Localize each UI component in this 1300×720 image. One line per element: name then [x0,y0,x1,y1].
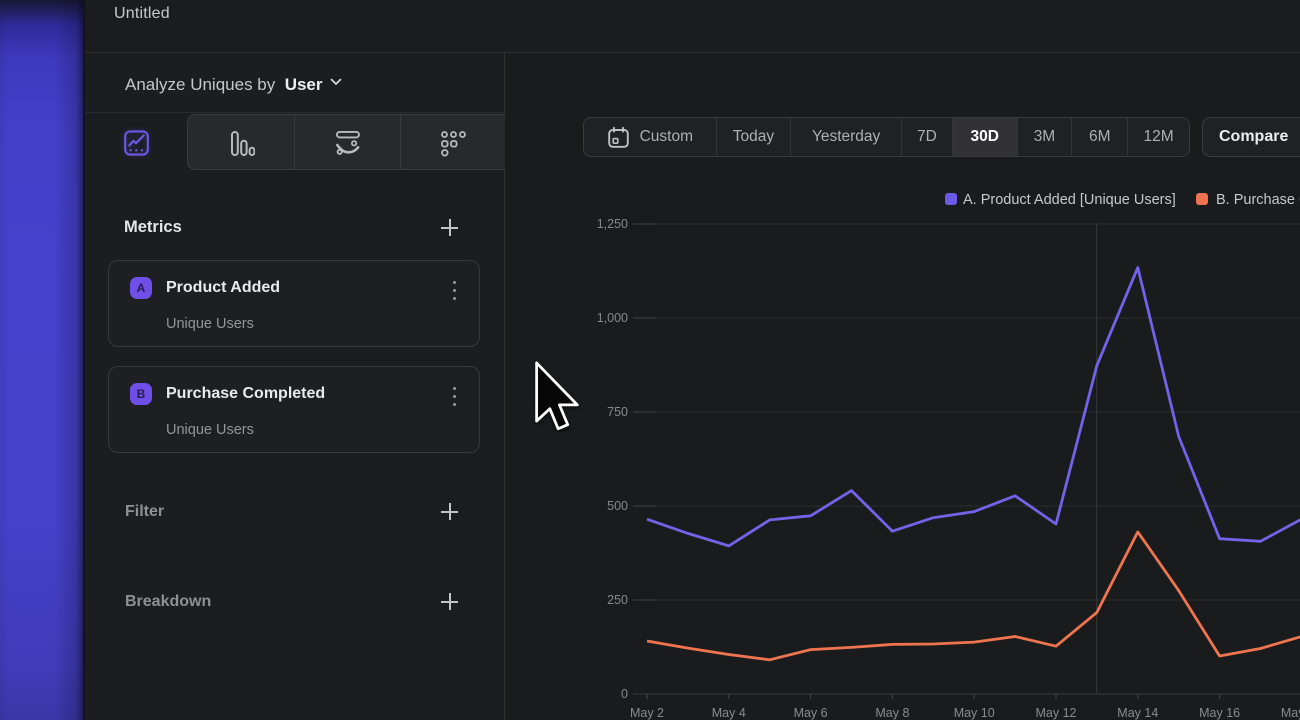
svg-text:May 12: May 12 [1036,706,1077,720]
svg-text:May 4: May 4 [712,706,746,720]
svg-text:May 8: May 8 [875,706,909,720]
svg-text:May 2: May 2 [630,706,664,720]
svg-text:May 16: May 16 [1199,706,1240,720]
svg-text:0: 0 [621,687,628,701]
svg-text:May 6: May 6 [794,706,828,720]
svg-text:May 18: May 18 [1281,706,1300,720]
svg-text:1,000: 1,000 [597,311,628,325]
svg-text:250: 250 [607,593,628,607]
svg-text:1,250: 1,250 [597,217,628,231]
svg-text:500: 500 [607,499,628,513]
svg-text:May 14: May 14 [1117,706,1158,720]
svg-text:750: 750 [607,405,628,419]
svg-text:May 10: May 10 [954,706,995,720]
